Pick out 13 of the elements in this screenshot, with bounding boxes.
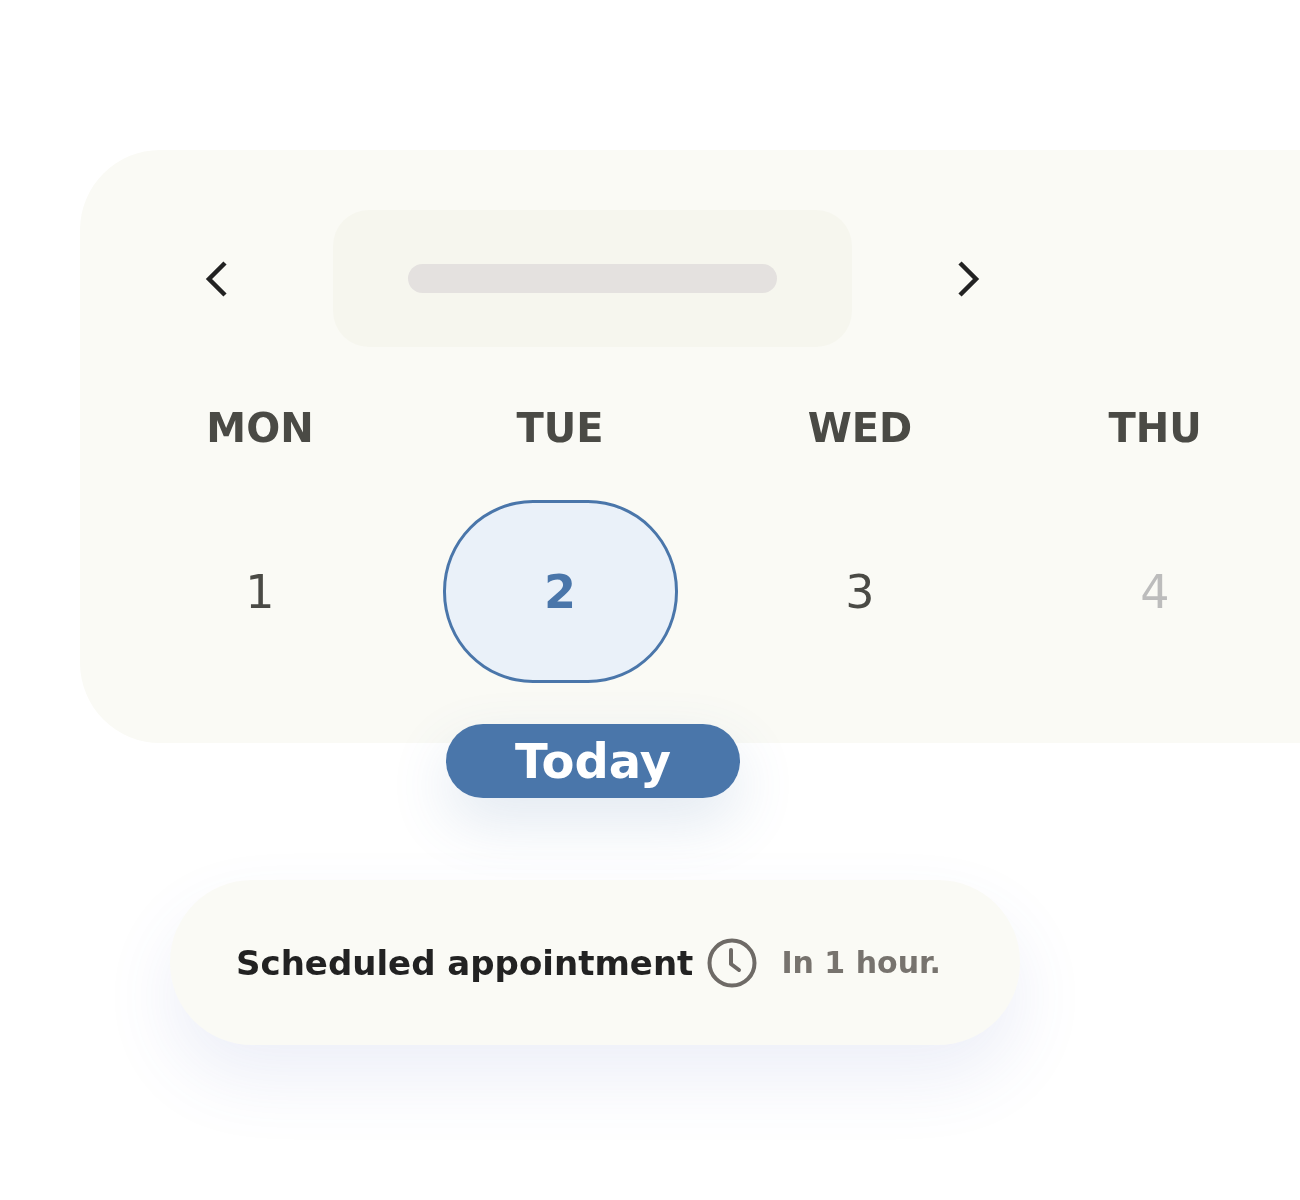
weekday-label: MON [206,404,314,453]
appointment-time: In 1 hour. [781,945,941,980]
clock-icon [707,937,758,988]
today-badge: Today [446,724,740,798]
weekday-label: THU [1108,404,1202,453]
chevron-right-icon[interactable] [957,260,981,297]
weekday-label: TUE [516,404,604,453]
chevron-left-icon[interactable] [204,260,228,297]
appointment-title: Scheduled appointment [236,942,694,983]
weekday-label: WED [807,404,913,453]
date-button[interactable]: 1 [245,563,275,620]
date-button[interactable]: 3 [845,563,875,620]
date-button[interactable]: 2 [442,500,678,683]
